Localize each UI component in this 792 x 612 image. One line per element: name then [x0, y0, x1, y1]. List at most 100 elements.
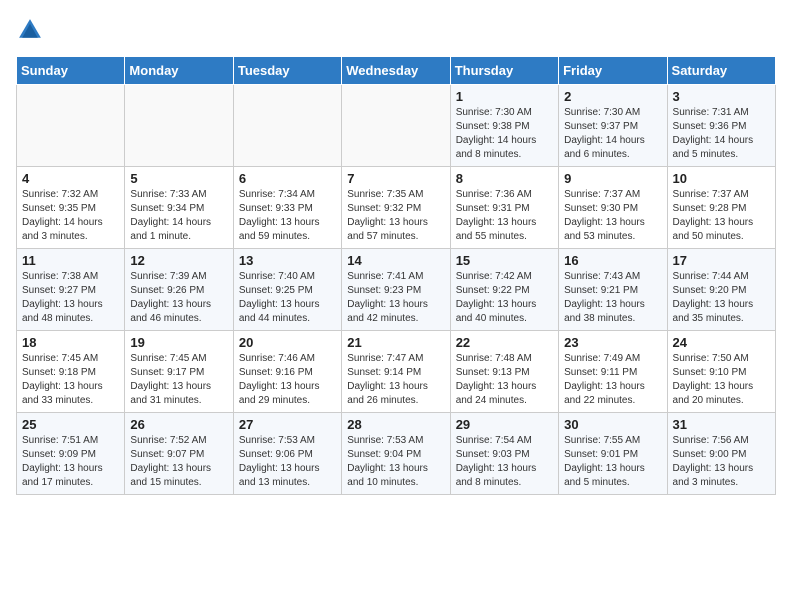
- day-info: Sunrise: 7:49 AM Sunset: 9:11 PM Dayligh…: [564, 352, 661, 408]
- day-number: 4: [22, 171, 119, 186]
- day-of-week-header: Tuesday: [233, 57, 341, 85]
- calendar-cell: 11 Sunrise: 7:38 AM Sunset: 9:27 PM Dayli…: [17, 249, 125, 331]
- day-info: Sunrise: 7:53 AM Sunset: 9:04 PM Dayligh…: [347, 434, 444, 490]
- calendar-cell: 1Sunrise: 7:30 AM Sunset: 9:38 PM Daylig…: [450, 85, 558, 167]
- day-number: 15: [456, 253, 553, 268]
- calendar-cell: 19Sunrise: 7:45 AM Sunset: 9:17 PM Dayli…: [125, 331, 233, 413]
- day-of-week-header: Thursday: [450, 57, 558, 85]
- day-info: Sunrise: 7:44 AM Sunset: 9:20 PM Dayligh…: [673, 270, 770, 326]
- day-info: Sunrise: 7:47 AM Sunset: 9:14 PM Dayligh…: [347, 352, 444, 408]
- calendar-cell: 15 Sunrise: 7:42 AM Sunset: 9:22 PM Dayli…: [450, 249, 558, 331]
- day-of-week-header: Saturday: [667, 57, 775, 85]
- day-number: 2: [564, 89, 661, 104]
- calendar-cell: 25 Sunrise: 7:51 AM Sunset: 9:09 PM Dayli…: [17, 413, 125, 495]
- day-number: 7: [347, 171, 444, 186]
- calendar-cell: [233, 85, 341, 167]
- day-info: Sunrise: 7:30 AM Sunset: 9:37 PM Dayligh…: [564, 106, 661, 162]
- day-info: Sunrise: 7:56 AM Sunset: 9:00 PM Dayligh…: [673, 434, 770, 490]
- day-info: Sunrise: 7:53 AM Sunset: 9:06 PM Dayligh…: [239, 434, 336, 490]
- calendar-week-row: 1Sunrise: 7:30 AM Sunset: 9:38 PM Daylig…: [17, 85, 776, 167]
- day-info: Sunrise: 7:45 AM Sunset: 9:18 PM Dayligh…: [22, 352, 119, 408]
- day-info: Sunrise: 7:46 AM Sunset: 9:16 PM Dayligh…: [239, 352, 336, 408]
- calendar-cell: 16 Sunrise: 7:43 AM Sunset: 9:21 PM Dayli…: [559, 249, 667, 331]
- day-number: 16: [564, 253, 661, 268]
- day-info: Sunrise: 7:55 AM Sunset: 9:01 PM Dayligh…: [564, 434, 661, 490]
- day-number: 25: [22, 417, 119, 432]
- day-number: 6: [239, 171, 336, 186]
- day-number: 21: [347, 335, 444, 350]
- calendar-cell: [17, 85, 125, 167]
- calendar-cell: 31 Sunrise: 7:56 AM Sunset: 9:00 PM Dayli…: [667, 413, 775, 495]
- day-number: 8: [456, 171, 553, 186]
- day-number: 18: [22, 335, 119, 350]
- calendar-cell: 12 Sunrise: 7:39 AM Sunset: 9:26 PM Dayli…: [125, 249, 233, 331]
- day-info: Sunrise: 7:42 AM Sunset: 9:22 PM Dayligh…: [456, 270, 553, 326]
- day-info: Sunrise: 7:48 AM Sunset: 9:13 PM Dayligh…: [456, 352, 553, 408]
- calendar-cell: 20 Sunrise: 7:46 AM Sunset: 9:16 PM Dayli…: [233, 331, 341, 413]
- days-of-week-row: SundayMondayTuesdayWednesdayThursdayFrid…: [17, 57, 776, 85]
- calendar-cell: 23Sunrise: 7:49 AM Sunset: 9:11 PM Dayli…: [559, 331, 667, 413]
- calendar-cell: 5Sunrise: 7:33 AM Sunset: 9:34 PM Daylig…: [125, 167, 233, 249]
- calendar-header: SundayMondayTuesdayWednesdayThursdayFrid…: [17, 57, 776, 85]
- day-info: Sunrise: 7:37 AM Sunset: 9:28 PM Dayligh…: [673, 188, 770, 244]
- calendar-cell: 2 Sunrise: 7:30 AM Sunset: 9:37 PM Daylig…: [559, 85, 667, 167]
- calendar-cell: 18 Sunrise: 7:45 AM Sunset: 9:18 PM Dayli…: [17, 331, 125, 413]
- day-info: Sunrise: 7:41 AM Sunset: 9:23 PM Dayligh…: [347, 270, 444, 326]
- day-number: 12: [130, 253, 227, 268]
- day-info: Sunrise: 7:32 AM Sunset: 9:35 PM Dayligh…: [22, 188, 119, 244]
- calendar-week-row: 18 Sunrise: 7:45 AM Sunset: 9:18 PM Dayli…: [17, 331, 776, 413]
- calendar-cell: 27 Sunrise: 7:53 AM Sunset: 9:06 PM Dayli…: [233, 413, 341, 495]
- day-number: 3: [673, 89, 770, 104]
- calendar-week-row: 25 Sunrise: 7:51 AM Sunset: 9:09 PM Dayli…: [17, 413, 776, 495]
- day-number: 17: [673, 253, 770, 268]
- day-of-week-header: Sunday: [17, 57, 125, 85]
- calendar-table: SundayMondayTuesdayWednesdayThursdayFrid…: [16, 56, 776, 495]
- day-of-week-header: Friday: [559, 57, 667, 85]
- day-number: 22: [456, 335, 553, 350]
- logo-icon: [16, 16, 44, 44]
- calendar-cell: 8Sunrise: 7:36 AM Sunset: 9:31 PM Daylig…: [450, 167, 558, 249]
- day-info: Sunrise: 7:38 AM Sunset: 9:27 PM Dayligh…: [22, 270, 119, 326]
- calendar-cell: [342, 85, 450, 167]
- day-info: Sunrise: 7:31 AM Sunset: 9:36 PM Dayligh…: [673, 106, 770, 162]
- calendar-cell: 3 Sunrise: 7:31 AM Sunset: 9:36 PM Daylig…: [667, 85, 775, 167]
- day-number: 27: [239, 417, 336, 432]
- calendar-cell: 17 Sunrise: 7:44 AM Sunset: 9:20 PM Dayli…: [667, 249, 775, 331]
- day-info: Sunrise: 7:34 AM Sunset: 9:33 PM Dayligh…: [239, 188, 336, 244]
- day-info: Sunrise: 7:51 AM Sunset: 9:09 PM Dayligh…: [22, 434, 119, 490]
- calendar-cell: [125, 85, 233, 167]
- calendar-cell: 30 Sunrise: 7:55 AM Sunset: 9:01 PM Dayli…: [559, 413, 667, 495]
- day-number: 14: [347, 253, 444, 268]
- calendar-cell: 29 Sunrise: 7:54 AM Sunset: 9:03 PM Dayli…: [450, 413, 558, 495]
- day-info: Sunrise: 7:40 AM Sunset: 9:25 PM Dayligh…: [239, 270, 336, 326]
- day-info: Sunrise: 7:52 AM Sunset: 9:07 PM Dayligh…: [130, 434, 227, 490]
- calendar-cell: 24Sunrise: 7:50 AM Sunset: 9:10 PM Dayli…: [667, 331, 775, 413]
- day-number: 1: [456, 89, 553, 104]
- day-info: Sunrise: 7:39 AM Sunset: 9:26 PM Dayligh…: [130, 270, 227, 326]
- day-info: Sunrise: 7:43 AM Sunset: 9:21 PM Dayligh…: [564, 270, 661, 326]
- day-info: Sunrise: 7:54 AM Sunset: 9:03 PM Dayligh…: [456, 434, 553, 490]
- calendar-cell: 10Sunrise: 7:37 AM Sunset: 9:28 PM Dayli…: [667, 167, 775, 249]
- calendar-cell: 26 Sunrise: 7:52 AM Sunset: 9:07 PM Dayli…: [125, 413, 233, 495]
- day-number: 20: [239, 335, 336, 350]
- calendar-cell: 21 Sunrise: 7:47 AM Sunset: 9:14 PM Dayli…: [342, 331, 450, 413]
- day-info: Sunrise: 7:50 AM Sunset: 9:10 PM Dayligh…: [673, 352, 770, 408]
- calendar-cell: 7Sunrise: 7:35 AM Sunset: 9:32 PM Daylig…: [342, 167, 450, 249]
- calendar-cell: 13 Sunrise: 7:40 AM Sunset: 9:25 PM Dayli…: [233, 249, 341, 331]
- day-of-week-header: Monday: [125, 57, 233, 85]
- day-number: 29: [456, 417, 553, 432]
- day-number: 30: [564, 417, 661, 432]
- day-number: 31: [673, 417, 770, 432]
- calendar-week-row: 11 Sunrise: 7:38 AM Sunset: 9:27 PM Dayli…: [17, 249, 776, 331]
- page-header: [16, 16, 776, 44]
- day-number: 28: [347, 417, 444, 432]
- day-info: Sunrise: 7:45 AM Sunset: 9:17 PM Dayligh…: [130, 352, 227, 408]
- calendar-cell: 22 Sunrise: 7:48 AM Sunset: 9:13 PM Dayli…: [450, 331, 558, 413]
- day-number: 9: [564, 171, 661, 186]
- day-number: 26: [130, 417, 227, 432]
- calendar-week-row: 4 Sunrise: 7:32 AM Sunset: 9:35 PM Daylig…: [17, 167, 776, 249]
- calendar-body: 1Sunrise: 7:30 AM Sunset: 9:38 PM Daylig…: [17, 85, 776, 495]
- day-number: 13: [239, 253, 336, 268]
- calendar-cell: 6 Sunrise: 7:34 AM Sunset: 9:33 PM Daylig…: [233, 167, 341, 249]
- day-number: 11: [22, 253, 119, 268]
